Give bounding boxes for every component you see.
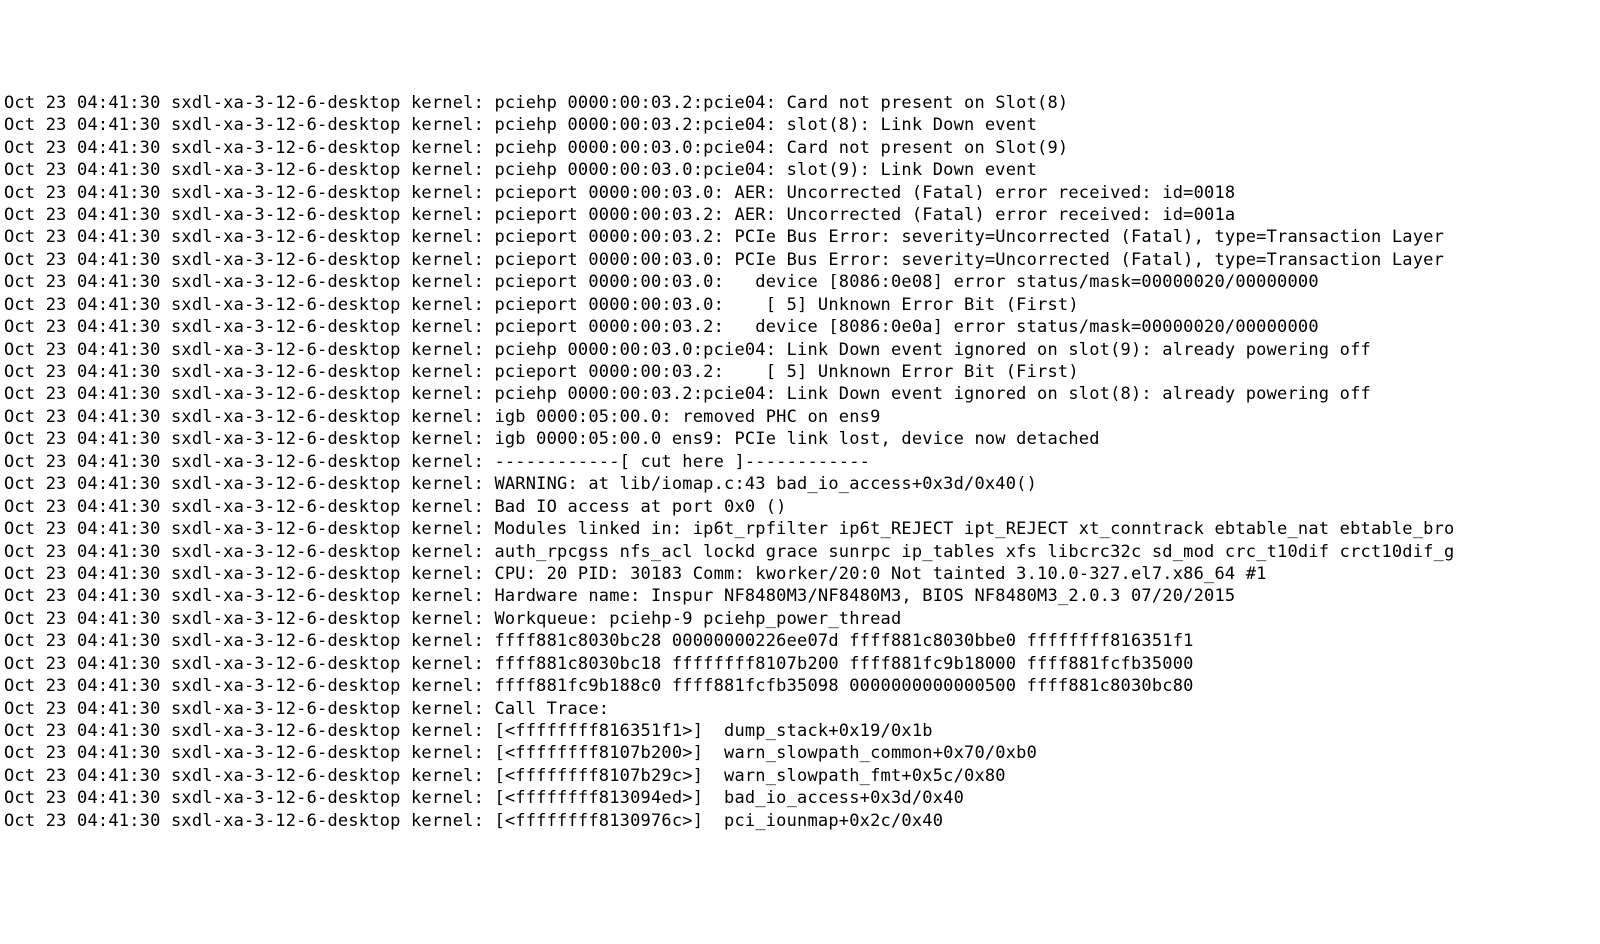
log-line: Oct 23 04:41:30 sxdl-xa-3-12-6-desktop k… <box>4 249 1600 271</box>
log-line: Oct 23 04:41:30 sxdl-xa-3-12-6-desktop k… <box>4 563 1600 585</box>
log-line: Oct 23 04:41:30 sxdl-xa-3-12-6-desktop k… <box>4 765 1600 787</box>
log-line: Oct 23 04:41:30 sxdl-xa-3-12-6-desktop k… <box>4 698 1600 720</box>
log-line: Oct 23 04:41:30 sxdl-xa-3-12-6-desktop k… <box>4 294 1600 316</box>
log-line: Oct 23 04:41:30 sxdl-xa-3-12-6-desktop k… <box>4 182 1600 204</box>
log-line: Oct 23 04:41:30 sxdl-xa-3-12-6-desktop k… <box>4 226 1600 248</box>
log-line: Oct 23 04:41:30 sxdl-xa-3-12-6-desktop k… <box>4 92 1600 114</box>
log-line: Oct 23 04:41:30 sxdl-xa-3-12-6-desktop k… <box>4 406 1600 428</box>
log-line: Oct 23 04:41:30 sxdl-xa-3-12-6-desktop k… <box>4 496 1600 518</box>
log-line: Oct 23 04:41:30 sxdl-xa-3-12-6-desktop k… <box>4 585 1600 607</box>
log-line: Oct 23 04:41:30 sxdl-xa-3-12-6-desktop k… <box>4 451 1600 473</box>
log-line: Oct 23 04:41:30 sxdl-xa-3-12-6-desktop k… <box>4 339 1600 361</box>
log-line: Oct 23 04:41:30 sxdl-xa-3-12-6-desktop k… <box>4 428 1600 450</box>
log-line: Oct 23 04:41:30 sxdl-xa-3-12-6-desktop k… <box>4 720 1600 742</box>
log-line: Oct 23 04:41:30 sxdl-xa-3-12-6-desktop k… <box>4 608 1600 630</box>
log-line: Oct 23 04:41:30 sxdl-xa-3-12-6-desktop k… <box>4 742 1600 764</box>
log-line: Oct 23 04:41:30 sxdl-xa-3-12-6-desktop k… <box>4 810 1600 832</box>
log-line: Oct 23 04:41:30 sxdl-xa-3-12-6-desktop k… <box>4 630 1600 652</box>
log-line: Oct 23 04:41:30 sxdl-xa-3-12-6-desktop k… <box>4 137 1600 159</box>
log-line: Oct 23 04:41:30 sxdl-xa-3-12-6-desktop k… <box>4 361 1600 383</box>
log-line: Oct 23 04:41:30 sxdl-xa-3-12-6-desktop k… <box>4 383 1600 405</box>
log-line: Oct 23 04:41:30 sxdl-xa-3-12-6-desktop k… <box>4 114 1600 136</box>
log-line: Oct 23 04:41:30 sxdl-xa-3-12-6-desktop k… <box>4 541 1600 563</box>
log-line: Oct 23 04:41:30 sxdl-xa-3-12-6-desktop k… <box>4 653 1600 675</box>
log-line: Oct 23 04:41:30 sxdl-xa-3-12-6-desktop k… <box>4 518 1600 540</box>
log-line: Oct 23 04:41:30 sxdl-xa-3-12-6-desktop k… <box>4 787 1600 809</box>
log-line: Oct 23 04:41:30 sxdl-xa-3-12-6-desktop k… <box>4 204 1600 226</box>
log-line: Oct 23 04:41:30 sxdl-xa-3-12-6-desktop k… <box>4 271 1600 293</box>
log-line: Oct 23 04:41:30 sxdl-xa-3-12-6-desktop k… <box>4 473 1600 495</box>
log-line: Oct 23 04:41:30 sxdl-xa-3-12-6-desktop k… <box>4 675 1600 697</box>
log-line: Oct 23 04:41:30 sxdl-xa-3-12-6-desktop k… <box>4 316 1600 338</box>
kernel-log-output: Oct 23 04:41:30 sxdl-xa-3-12-6-desktop k… <box>4 92 1600 832</box>
log-line: Oct 23 04:41:30 sxdl-xa-3-12-6-desktop k… <box>4 159 1600 181</box>
